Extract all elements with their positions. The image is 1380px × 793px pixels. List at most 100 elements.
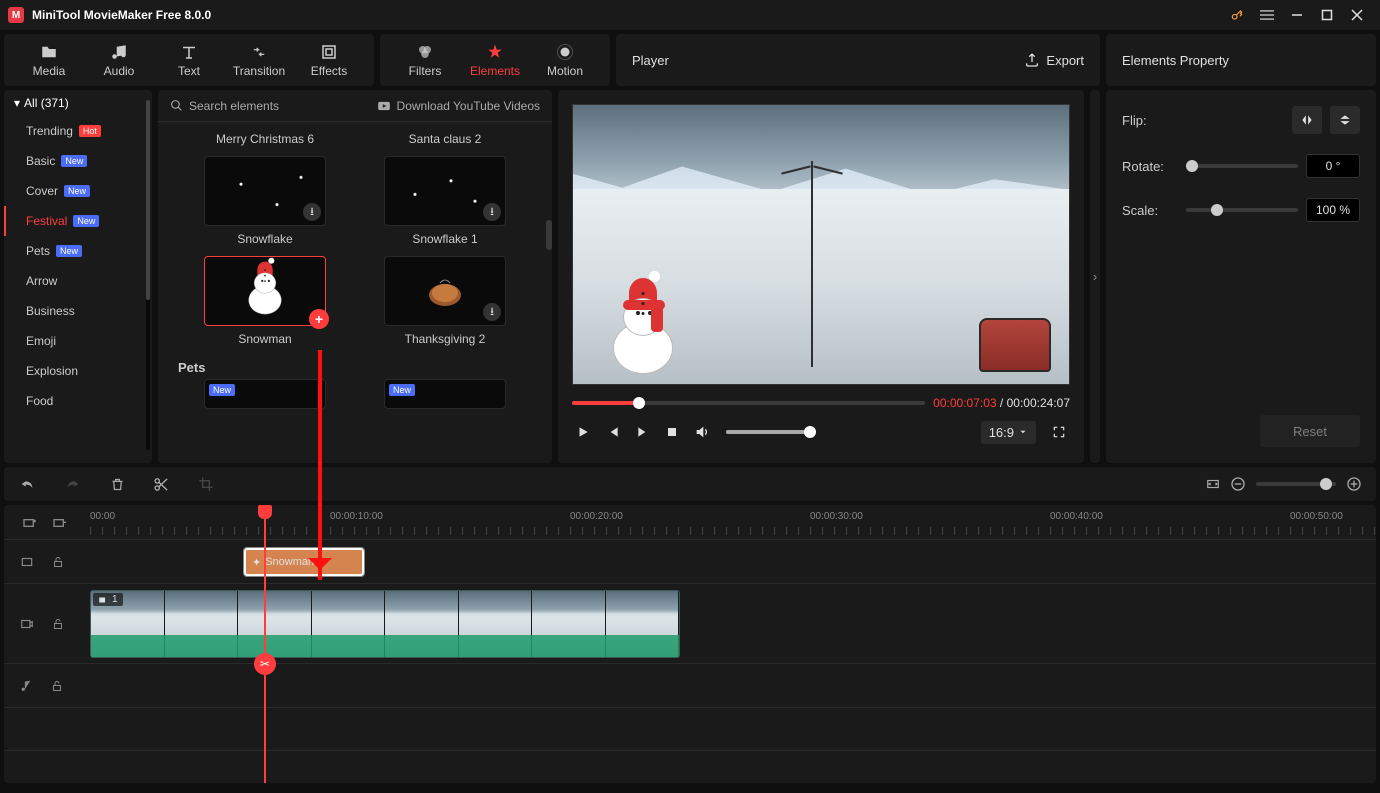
flip-vertical-button[interactable]: [1330, 106, 1360, 134]
folder-icon: [39, 42, 59, 62]
minimize-button[interactable]: [1282, 0, 1312, 30]
stop-button[interactable]: [666, 426, 678, 438]
download-icon[interactable]: ⭳: [483, 203, 501, 221]
zoom-slider[interactable]: [1256, 482, 1336, 486]
snowman-element[interactable]: [613, 278, 673, 374]
upgrade-key-icon[interactable]: [1222, 0, 1252, 30]
download-youtube-link[interactable]: Download YouTube Videos: [377, 99, 540, 113]
next-frame-button[interactable]: [636, 425, 650, 439]
sidebar-item-explosion[interactable]: Explosion: [4, 356, 152, 386]
reset-button[interactable]: Reset: [1260, 415, 1360, 447]
filters-icon: [415, 42, 435, 62]
sidebar-item-pets[interactable]: PetsNew: [4, 236, 152, 266]
download-icon[interactable]: ⭳: [483, 303, 501, 321]
tab-text[interactable]: Text: [154, 35, 224, 85]
app-title: MiniTool MovieMaker Free 8.0.0: [32, 8, 211, 22]
split-button[interactable]: [153, 476, 170, 493]
properties-panel: Flip: Rotate: 0 ° Scale: 100 % Reset: [1106, 90, 1376, 463]
element-track[interactable]: ✦Snowman: [4, 539, 1376, 583]
undo-button[interactable]: [18, 476, 36, 492]
timeline-panel: 00:00 00:00:10:00 00:00:20:00 00:00:30:0…: [0, 463, 1380, 785]
main-area: ▾ All (371) TrendingHot BasicNew CoverNe…: [0, 90, 1380, 463]
hot-badge: Hot: [79, 125, 101, 137]
track-lock-icon[interactable]: [52, 617, 64, 631]
volume-slider[interactable]: [726, 430, 816, 434]
scale-value[interactable]: 100 %: [1306, 198, 1360, 222]
playhead[interactable]: ✂: [264, 505, 266, 783]
tab-effects[interactable]: Effects: [294, 35, 364, 85]
thumb-snowflake1[interactable]: ⭳: [384, 156, 506, 226]
close-button[interactable]: [1342, 0, 1372, 30]
export-button[interactable]: Export: [1024, 52, 1084, 68]
seek-slider[interactable]: [572, 401, 925, 405]
tab-transition[interactable]: Transition: [224, 35, 294, 85]
youtube-icon: [377, 99, 391, 113]
track-lock-icon[interactable]: [51, 679, 63, 693]
player-label: Player: [632, 53, 669, 68]
gallery-scrollbar[interactable]: [546, 220, 552, 250]
zoom-fit-button[interactable]: [1206, 477, 1220, 491]
remove-track-button[interactable]: [52, 515, 68, 531]
play-button[interactable]: [576, 425, 590, 439]
app-logo: M: [8, 7, 24, 23]
sidebar-item-food[interactable]: Food: [4, 386, 152, 416]
scale-slider[interactable]: [1186, 208, 1298, 212]
thumb-snowflake[interactable]: ⭳: [204, 156, 326, 226]
video-track[interactable]: 1: [4, 583, 1376, 663]
flip-horizontal-button[interactable]: [1292, 106, 1322, 134]
sidebar-all[interactable]: ▾ All (371): [4, 90, 152, 116]
sidebar-item-arrow[interactable]: Arrow: [4, 266, 152, 296]
tab-motion[interactable]: Motion: [530, 35, 600, 85]
track-type-icon: [20, 555, 34, 569]
delete-button[interactable]: [110, 476, 125, 493]
tab-elements[interactable]: Elements: [460, 35, 530, 85]
track-lock-icon[interactable]: [52, 555, 64, 569]
timeline-clip-snowman[interactable]: ✦Snowman: [244, 548, 364, 576]
search-input[interactable]: Search elements: [170, 99, 279, 113]
crop-button[interactable]: [198, 476, 214, 492]
thumb-pets-2[interactable]: New: [384, 379, 506, 409]
thumb-thanksgiving[interactable]: ⭳: [384, 256, 506, 326]
sidebar-item-festival[interactable]: FestivalNew: [4, 206, 152, 236]
timeline-clip-video[interactable]: 1: [90, 590, 680, 658]
tab-audio[interactable]: Audio: [84, 35, 154, 85]
volume-icon[interactable]: [694, 424, 710, 440]
split-playhead-icon[interactable]: ✂: [254, 653, 276, 675]
menu-icon[interactable]: [1252, 0, 1282, 30]
sidebar-item-emoji[interactable]: Emoji: [4, 326, 152, 356]
empty-track[interactable]: [4, 707, 1376, 751]
player-panel: 00:00:07:03 / 00:00:24:07 16:9: [558, 90, 1084, 463]
redo-button[interactable]: [64, 476, 82, 492]
rotate-slider[interactable]: [1186, 164, 1298, 168]
video-preview[interactable]: [572, 104, 1070, 385]
thumb-snowman[interactable]: +: [204, 256, 326, 326]
maximize-button[interactable]: [1312, 0, 1342, 30]
thumb-pets-1[interactable]: New: [204, 379, 326, 409]
timecode: 00:00:07:03 / 00:00:24:07: [933, 396, 1070, 410]
thumb-label: Snowman: [238, 332, 291, 346]
thumb-label: Merry Christmas 6: [216, 132, 314, 146]
zoom-in-button[interactable]: [1346, 476, 1362, 492]
prev-frame-button[interactable]: [606, 425, 620, 439]
rotate-value[interactable]: 0 °: [1306, 154, 1360, 178]
sidebar-item-trending[interactable]: TrendingHot: [4, 116, 152, 146]
new-badge: New: [64, 185, 90, 197]
add-track-button[interactable]: [22, 515, 38, 531]
collapse-properties-handle[interactable]: ›: [1090, 90, 1100, 463]
tab-filters[interactable]: Filters: [390, 35, 460, 85]
player-controls: 16:9: [572, 415, 1070, 449]
audio-track[interactable]: [4, 663, 1376, 707]
fullscreen-button[interactable]: [1052, 425, 1066, 439]
sidebar-item-cover[interactable]: CoverNew: [4, 176, 152, 206]
zoom-out-button[interactable]: [1230, 476, 1246, 492]
timeline-ruler[interactable]: 00:00 00:00:10:00 00:00:20:00 00:00:30:0…: [4, 505, 1376, 539]
sidebar-scrollbar[interactable]: [146, 100, 150, 450]
elements-icon: [485, 42, 505, 62]
new-badge: New: [61, 155, 87, 167]
aspect-ratio-select[interactable]: 16:9: [981, 421, 1036, 444]
add-icon[interactable]: +: [309, 309, 329, 329]
sidebar-item-business[interactable]: Business: [4, 296, 152, 326]
download-icon[interactable]: ⭳: [303, 203, 321, 221]
sidebar-item-basic[interactable]: BasicNew: [4, 146, 152, 176]
tab-media[interactable]: Media: [14, 35, 84, 85]
